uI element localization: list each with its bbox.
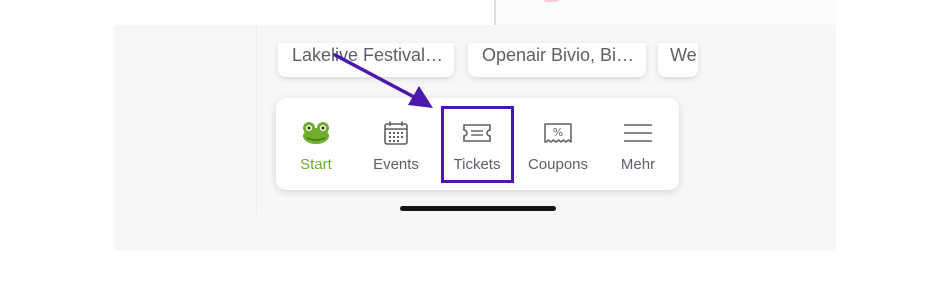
nav-item-start[interactable]: Start xyxy=(276,98,356,190)
coupon-icon: % xyxy=(544,123,572,143)
svg-text:%: % xyxy=(553,126,563,139)
event-card-title: Openair Bivio, Bi… xyxy=(482,45,635,65)
event-card-title: We xyxy=(670,45,697,65)
menu-icon xyxy=(624,124,652,142)
nav-label-coupons: Coupons xyxy=(527,156,589,173)
tickets-highlight-box xyxy=(441,106,514,183)
nav-item-mehr[interactable]: Mehr xyxy=(598,98,678,190)
home-indicator xyxy=(400,206,556,211)
nav-label-mehr: Mehr xyxy=(620,156,656,173)
event-card[interactable]: Lakelive Festival… xyxy=(278,43,454,77)
nav-item-coupons[interactable]: % Coupons xyxy=(518,98,598,190)
screen-edge-line xyxy=(256,25,257,215)
event-card[interactable]: Openair Bivio, Bi… xyxy=(468,43,646,77)
event-card[interactable]: We xyxy=(658,43,698,77)
event-card-title: Lakelive Festival… xyxy=(292,45,444,65)
top-area-left xyxy=(114,0,494,25)
frog-icon xyxy=(303,122,329,144)
top-area-right xyxy=(496,0,836,25)
nav-label-events: Events xyxy=(373,156,419,173)
calendar-icon xyxy=(384,121,408,145)
nav-label-start: Start xyxy=(300,156,332,173)
nav-item-events[interactable]: Events xyxy=(356,98,436,190)
